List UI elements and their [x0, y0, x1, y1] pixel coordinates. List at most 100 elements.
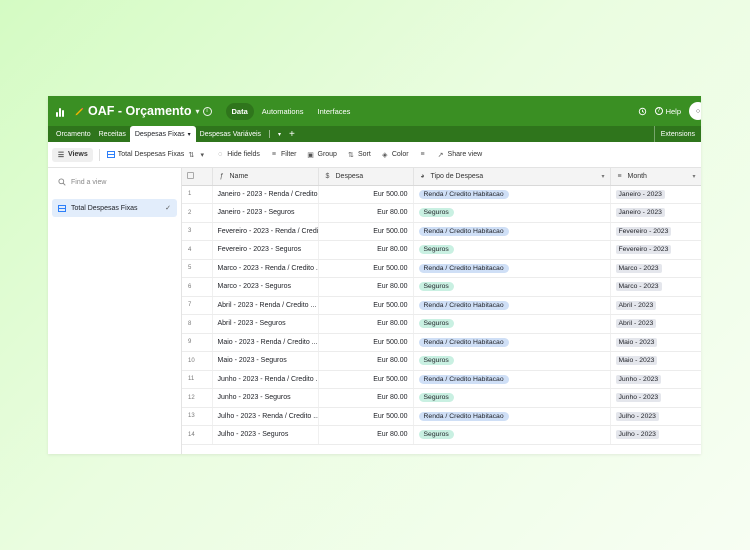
- table-row[interactable]: 14 Julho - 2023 - Seguros Eur 80.00 Seguros…: [182, 425, 701, 445]
- base-title[interactable]: OAF - Orçamento: [88, 104, 192, 118]
- tab-orcamento[interactable]: Orcamento: [52, 126, 95, 142]
- history-icon[interactable]: [638, 107, 647, 116]
- cell-month[interactable]: Abril - 2023: [610, 296, 701, 315]
- add-table-icon[interactable]: +: [285, 126, 299, 142]
- cell-name[interactable]: Abril - 2023 - Renda / Credito ...: [212, 296, 319, 315]
- cell-tipo[interactable]: Renda / Credito Habitacao: [413, 222, 611, 241]
- column-header-tipo[interactable]: ◕ Tipo de Despesa ▾: [413, 168, 611, 186]
- tabs-menu-chevron-icon[interactable]: ▾: [274, 126, 285, 142]
- cell-despesa[interactable]: Eur 80.00: [318, 203, 414, 223]
- cell-tipo[interactable]: Seguros: [413, 314, 611, 334]
- table-row[interactable]: 8 Abril - 2023 - Seguros Eur 80.00 Seguros A…: [182, 314, 701, 334]
- share-view-button[interactable]: ↗ Share view: [432, 148, 488, 162]
- cell-despesa[interactable]: Eur 500.00: [318, 185, 414, 204]
- table-row[interactable]: 2 Janeiro - 2023 - Seguros Eur 80.00 Seguro…: [182, 203, 701, 223]
- table-row[interactable]: 3 Fevereiro - 2023 - Renda / Credi... Eur …: [182, 222, 701, 241]
- table-row[interactable]: 13 Julho - 2023 - Renda / Credito ... Eur …: [182, 407, 701, 426]
- cell-despesa[interactable]: Eur 500.00: [318, 296, 414, 315]
- info-icon[interactable]: i: [202, 106, 212, 116]
- cell-despesa[interactable]: Eur 500.00: [318, 259, 414, 278]
- tab-receitas[interactable]: Receitas: [95, 126, 130, 142]
- table-row[interactable]: 6 Marco - 2023 - Seguros Eur 80.00 Seguros M…: [182, 277, 701, 297]
- column-header-month[interactable]: ≡ Month ▾: [610, 168, 701, 186]
- cell-month[interactable]: Maio - 2023: [610, 351, 701, 371]
- cell-month[interactable]: Marco - 2023: [610, 277, 701, 297]
- cell-tipo[interactable]: Renda / Credito Habitacao: [413, 333, 611, 352]
- column-header-name[interactable]: ƒ Name: [212, 168, 319, 186]
- cell-month[interactable]: Maio - 2023: [610, 333, 701, 352]
- tab-despesas-fixas[interactable]: Despesas Fixas ▾: [129, 126, 196, 142]
- cell-month[interactable]: Janeiro - 2023: [610, 185, 701, 204]
- cell-despesa[interactable]: Eur 500.00: [318, 407, 414, 426]
- cell-month[interactable]: Julho - 2023: [610, 425, 701, 445]
- table-row[interactable]: 7 Abril - 2023 - Renda / Credito ... Eur 5…: [182, 296, 701, 315]
- cell-despesa[interactable]: Eur 80.00: [318, 351, 414, 371]
- cell-despesa[interactable]: Eur 500.00: [318, 333, 414, 352]
- chevron-down-icon[interactable]: ▾: [196, 107, 200, 116]
- cell-month[interactable]: Fevereiro - 2023: [610, 240, 701, 260]
- extensions-button[interactable]: Extensions: [653, 126, 701, 142]
- avatar[interactable]: ○: [689, 102, 701, 120]
- current-view-button[interactable]: Total Despesas Fixas ⇅ ▾: [102, 148, 212, 162]
- cell-tipo[interactable]: Seguros: [413, 425, 611, 445]
- cell-name[interactable]: Marco - 2023 - Renda / Credito ...: [212, 259, 319, 278]
- chevron-down-icon[interactable]: ▾: [601, 173, 604, 180]
- help-button[interactable]: ? Help: [654, 107, 681, 116]
- cell-tipo[interactable]: Seguros: [413, 203, 611, 223]
- table-row[interactable]: 12 Junho - 2023 - Seguros Eur 80.00 Seguros…: [182, 388, 701, 408]
- tab-despesas-variaveis[interactable]: Despesas Variáveis: [196, 126, 265, 142]
- cell-name[interactable]: Abril - 2023 - Seguros: [212, 314, 319, 334]
- cell-despesa[interactable]: Eur 80.00: [318, 425, 414, 445]
- cell-name[interactable]: Junho - 2023 - Renda / Credito ...: [212, 370, 319, 389]
- select-all-checkbox[interactable]: [187, 171, 194, 179]
- cell-name[interactable]: Maio - 2023 - Renda / Credito ...: [212, 333, 319, 352]
- cell-name[interactable]: Fevereiro - 2023 - Seguros: [212, 240, 319, 260]
- nav-automations[interactable]: Automations: [256, 103, 310, 120]
- cell-month[interactable]: Fevereiro - 2023: [610, 222, 701, 241]
- sidebar-view-total-despesas-fixas[interactable]: Total Despesas Fixas ✓: [52, 199, 177, 217]
- row-height-button[interactable]: ≡: [414, 148, 432, 162]
- cell-month[interactable]: Marco - 2023: [610, 259, 701, 278]
- cell-despesa[interactable]: Eur 80.00: [318, 240, 414, 260]
- cell-name[interactable]: Maio - 2023 - Seguros: [212, 351, 319, 371]
- chevron-down-icon[interactable]: ▾: [188, 131, 191, 138]
- cell-despesa[interactable]: Eur 80.00: [318, 388, 414, 408]
- nav-data[interactable]: Data: [225, 102, 254, 120]
- cell-month[interactable]: Abril - 2023: [610, 314, 701, 334]
- group-button[interactable]: ▣ Group: [302, 148, 342, 162]
- cell-despesa[interactable]: Eur 80.00: [318, 314, 414, 334]
- views-button[interactable]: ☰ Views: [52, 147, 93, 162]
- bar-chart-logo-icon[interactable]: [56, 105, 68, 117]
- table-row[interactable]: 9 Maio - 2023 - Renda / Credito ... Eur 50…: [182, 333, 701, 352]
- cell-despesa[interactable]: Eur 500.00: [318, 222, 414, 241]
- column-header-despesa[interactable]: $ Despesa: [318, 168, 414, 186]
- sort-button[interactable]: ⇅ Sort: [342, 148, 376, 162]
- find-view-input[interactable]: Find a view: [52, 174, 177, 190]
- color-button[interactable]: ◈ Color: [376, 148, 414, 162]
- cell-name[interactable]: Julho - 2023 - Renda / Credito ...: [212, 407, 319, 426]
- table-row[interactable]: 4 Fevereiro - 2023 - Seguros Eur 80.00 Segu…: [182, 240, 701, 260]
- cell-tipo[interactable]: Renda / Credito Habitacao: [413, 407, 611, 426]
- cell-despesa[interactable]: Eur 80.00: [318, 277, 414, 297]
- cell-tipo[interactable]: Renda / Credito Habitacao: [413, 370, 611, 389]
- table-row[interactable]: 1 Janeiro - 2023 - Renda / Credito ... Eur…: [182, 185, 701, 204]
- cell-name[interactable]: Janeiro - 2023 - Seguros: [212, 203, 319, 223]
- table-row[interactable]: 11 Junho - 2023 - Renda / Credito ... Eur …: [182, 370, 701, 389]
- table-row[interactable]: 10 Maio - 2023 - Seguros Eur 80.00 Seguros M…: [182, 351, 701, 371]
- cell-name[interactable]: Fevereiro - 2023 - Renda / Credi...: [212, 222, 319, 241]
- cell-month[interactable]: Junho - 2023: [610, 370, 701, 389]
- cell-name[interactable]: Julho - 2023 - Seguros: [212, 425, 319, 445]
- cell-month[interactable]: Janeiro - 2023: [610, 203, 701, 223]
- cell-tipo[interactable]: Renda / Credito Habitacao: [413, 296, 611, 315]
- cell-despesa[interactable]: Eur 500.00: [318, 370, 414, 389]
- cell-tipo[interactable]: Seguros: [413, 388, 611, 408]
- cell-tipo[interactable]: Seguros: [413, 277, 611, 297]
- table-row[interactable]: 5 Marco - 2023 - Renda / Credito ... Eur 5…: [182, 259, 701, 278]
- cell-month[interactable]: Junho - 2023: [610, 388, 701, 408]
- cell-tipo[interactable]: Seguros: [413, 351, 611, 371]
- cell-name[interactable]: Marco - 2023 - Seguros: [212, 277, 319, 297]
- chevron-down-icon[interactable]: ▾: [692, 173, 695, 180]
- nav-interfaces[interactable]: Interfaces: [311, 103, 356, 120]
- cell-tipo[interactable]: Renda / Credito Habitacao: [413, 259, 611, 278]
- cell-tipo[interactable]: Seguros: [413, 240, 611, 260]
